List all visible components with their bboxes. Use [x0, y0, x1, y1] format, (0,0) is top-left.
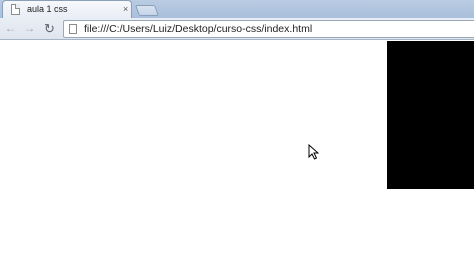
reload-icon[interactable]: ↻	[42, 21, 57, 36]
close-tab-icon[interactable]: ×	[123, 3, 128, 15]
page-icon	[69, 24, 77, 34]
tab-title: aula 1 css	[27, 4, 68, 14]
tab-strip: aula 1 css ×	[0, 0, 474, 18]
new-tab-button[interactable]	[134, 5, 160, 16]
document-icon	[11, 4, 20, 15]
page-viewport	[0, 41, 474, 266]
mouse-cursor-icon	[308, 144, 319, 160]
browser-toolbar: ← → ↻ file:///C:/Users/Luiz/Desktop/curs…	[0, 18, 474, 40]
back-arrow-icon[interactable]: ←	[3, 21, 18, 36]
url-text[interactable]: file:///C:/Users/Luiz/Desktop/curso-css/…	[84, 23, 312, 36]
black-box	[387, 41, 474, 189]
address-bar[interactable]: file:///C:/Users/Luiz/Desktop/curso-css/…	[63, 20, 474, 38]
forward-arrow-icon[interactable]: →	[22, 21, 37, 36]
tab-aula-1-css[interactable]: aula 1 css ×	[2, 0, 132, 18]
